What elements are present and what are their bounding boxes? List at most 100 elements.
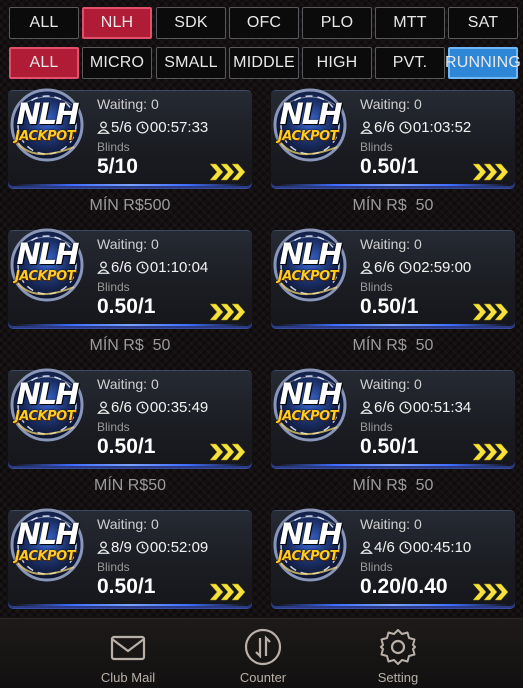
logo-subtitle: JACKPOT [277,549,339,564]
table-card[interactable]: NLH JACKPOT Waiting: 0 8/9 00:52:09 Blin… [8,508,252,608]
person-icon [360,541,373,554]
tab-ofc[interactable]: OFC [229,7,299,39]
tab-pvt[interactable]: PVT. [375,47,445,79]
elapsed-time: 00:35:49 [149,399,209,416]
logo-subtitle: JACKPOT [277,409,339,424]
waiting-count: Waiting: 0 [360,376,422,392]
setting-label: Setting [377,670,419,685]
nlh-jackpot-logo: NLH JACKPOT [267,85,353,169]
tab-middle[interactable]: MIDDLE [229,47,299,79]
blinds-value: 0.20/0.40 [360,575,448,598]
table-card[interactable]: NLH JACKPOT Waiting: 0 6/6 01:03:52 Blin… [271,88,515,188]
elapsed-time: 01:03:52 [412,119,472,136]
person-icon [360,401,373,414]
clock-icon [399,401,412,414]
gear-icon [380,629,416,665]
clock-icon [136,401,149,414]
blinds-value: 0.50/1 [360,435,419,458]
blinds-label: Blinds [360,140,393,154]
table-card[interactable]: NLH JACKPOT Waiting: 0 6/6 02:59:00 Blin… [271,228,515,328]
logo-title: NLH [16,517,79,551]
table-card[interactable]: NLH JACKPOT Waiting: 0 4/6 00:45:10 Blin… [271,508,515,608]
setting-button[interactable]: Setting [348,627,448,685]
tab-micro[interactable]: MICRO [82,47,152,79]
blinds-label: Blinds [97,140,130,154]
nlh-jackpot-logo: NLH JACKPOT [4,505,90,589]
chevron-arrows-icon[interactable] [472,583,510,601]
person-icon [360,261,373,274]
min-buyin-label: MÍN R$ 50 [89,337,171,354]
logo-subtitle: JACKPOT [14,409,76,424]
blinds-value: 0.50/1 [97,295,156,318]
tab-sdk[interactable]: SDK [156,7,226,39]
blinds-label: Blinds [360,420,393,434]
bottom-nav: Club Mail Counter Setting [0,618,523,688]
chevron-arrows-icon[interactable] [472,163,510,181]
blinds-value: 0.50/1 [97,435,156,458]
counter-button[interactable]: Counter [213,627,313,685]
card-glow-bar [14,184,246,186]
table-card[interactable]: NLH JACKPOT Waiting: 0 6/6 00:35:49 Blin… [8,368,252,468]
tab-sat[interactable]: SAT [448,7,518,39]
person-icon [97,541,110,554]
min-buyin-label: MÍN R$ 50 [352,337,434,354]
waiting-count: Waiting: 0 [360,236,422,252]
table-stats: 6/6 02:59:00 [360,259,471,276]
table-card[interactable]: NLH JACKPOT Waiting: 0 5/6 00:57:33 Blin… [8,88,252,188]
counter-label: Counter [239,670,287,685]
player-count: 6/6 [374,259,395,276]
card-glow-bar [14,604,246,606]
min-buyin-label: MÍN R$ 50 [352,477,434,494]
table-stats: 6/6 01:10:04 [97,259,208,276]
waiting-count: Waiting: 0 [360,516,422,532]
nlh-jackpot-logo: NLH JACKPOT [267,505,353,589]
tab-small[interactable]: SMALL [156,47,226,79]
chevron-arrows-icon[interactable] [209,443,247,461]
blinds-label: Blinds [97,560,130,574]
table-card[interactable]: NLH JACKPOT Waiting: 0 6/6 00:51:34 Blin… [271,368,515,468]
logo-title: NLH [279,517,342,551]
card-glow-bar [277,184,509,186]
logo-title: NLH [16,97,79,131]
logo-subtitle: JACKPOT [14,549,76,564]
player-count: 8/9 [111,539,132,556]
table-stats: 6/6 00:35:49 [97,399,208,416]
table-card[interactable]: NLH JACKPOT Waiting: 0 6/6 01:10:04 Blin… [8,228,252,328]
blinds-value: 0.50/1 [360,295,419,318]
chevron-arrows-icon[interactable] [209,303,247,321]
tab-nlh[interactable]: NLH [82,7,152,39]
player-count: 5/6 [111,119,132,136]
nlh-jackpot-logo: NLH JACKPOT [4,85,90,169]
tab-plo[interactable]: PLO [302,7,372,39]
player-count: 6/6 [111,259,132,276]
player-count: 6/6 [374,399,395,416]
clock-icon [399,261,412,274]
logo-subtitle: JACKPOT [277,129,339,144]
chevron-arrows-icon[interactable] [472,443,510,461]
clock-icon [136,121,149,134]
tab-all[interactable]: ALL [9,7,79,39]
tab-running[interactable]: RUNNING [445,47,521,79]
clock-icon [136,541,149,554]
player-count: 4/6 [374,539,395,556]
logo-subtitle: JACKPOT [14,269,76,284]
logo-subtitle: JACKPOT [14,129,76,144]
tab-stakes-all[interactable]: ALL [9,47,79,79]
blinds-label: Blinds [360,280,393,294]
club-mail-button[interactable]: Club Mail [78,627,178,685]
chevron-arrows-icon[interactable] [472,303,510,321]
table-stats: 6/6 01:03:52 [360,119,471,136]
nlh-jackpot-logo: NLH JACKPOT [4,225,90,309]
chevron-arrows-icon[interactable] [209,163,247,181]
blinds-label: Blinds [360,560,393,574]
mail-icon [110,635,146,661]
elapsed-time: 02:59:00 [412,259,472,276]
chevron-arrows-icon[interactable] [209,583,247,601]
club-mail-label: Club Mail [100,670,156,685]
clock-icon [136,261,149,274]
nlh-jackpot-logo: NLH JACKPOT [267,365,353,449]
min-buyin-label: MÍN R$ 50 [352,197,434,214]
card-glow-bar [277,324,509,326]
tab-high[interactable]: HIGH [302,47,372,79]
tab-mtt[interactable]: MTT [375,7,445,39]
